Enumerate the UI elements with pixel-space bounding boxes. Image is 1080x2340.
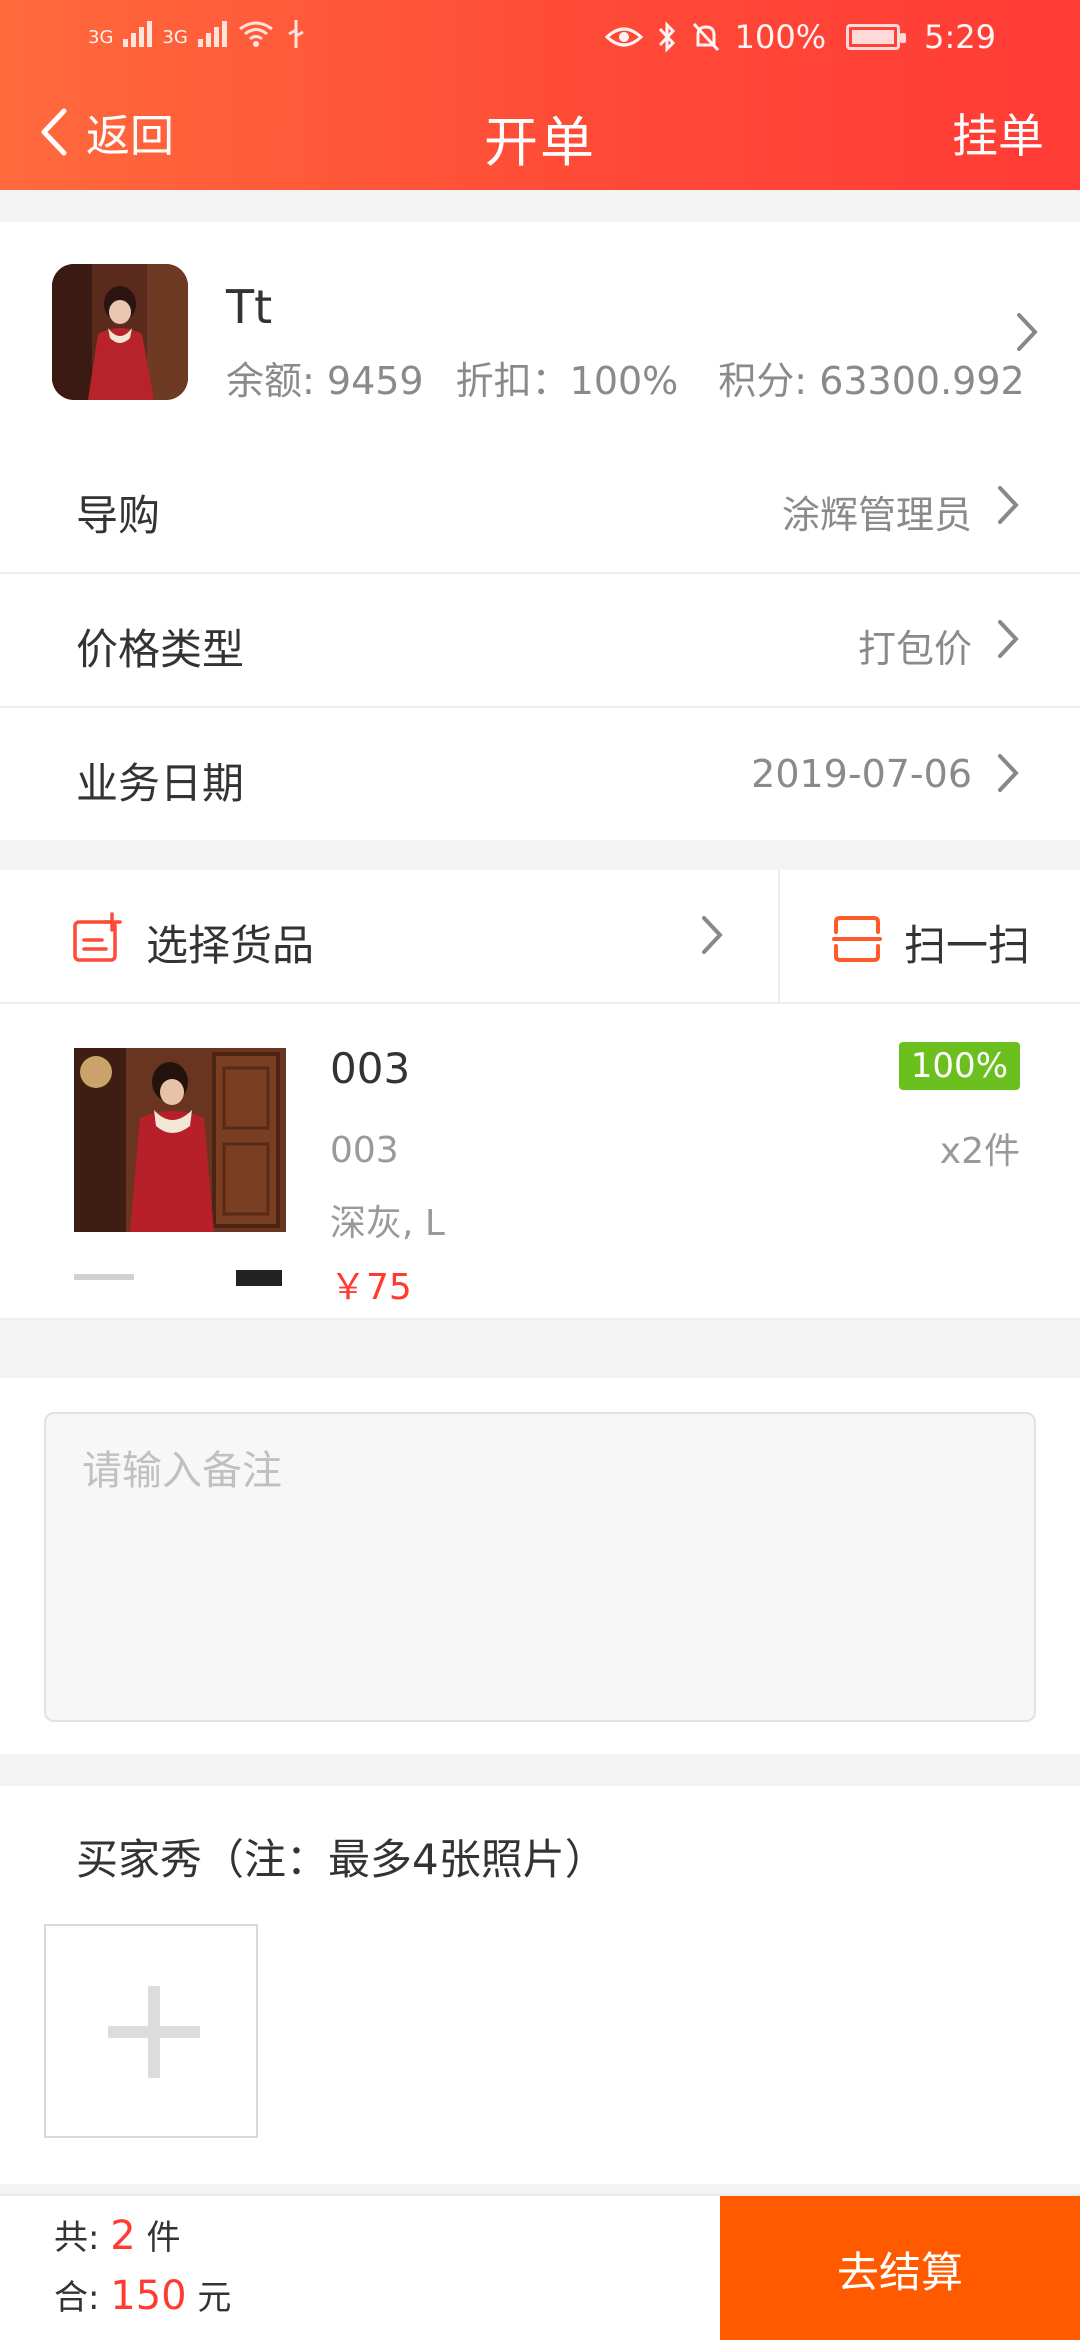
discount: 折扣：100% [455,359,679,403]
product-header: 选择货品 扫一扫 [0,870,1080,1002]
row-business-date[interactable]: 业务日期 2019-07-06 [0,708,1080,840]
product-name: 003 [330,1044,411,1093]
add-goods-icon [73,912,122,962]
bluetooth-icon [658,21,675,53]
customer-name: Tt [226,280,273,334]
add-photo-button[interactable] [44,1924,258,2138]
chevron-right-icon [998,486,1019,524]
row-sales-guide[interactable]: 导购 涂辉管理员 [0,440,1080,572]
points: 积分: 63300.992 [718,359,1025,403]
checkout-button[interactable]: 去结算 [720,2196,1080,2340]
row-value: 涂辉管理员 [781,493,972,537]
hold-order-button[interactable]: 挂单 [952,100,1044,166]
chevron-right-icon [1017,313,1038,351]
scan-label: 扫一扫 [904,921,1031,970]
item-count: 共: 2 件 [54,2213,181,2259]
scan-icon [832,916,882,962]
chevron-right-icon [998,754,1019,792]
balance: 余额: 9459 [226,359,424,403]
chevron-right-icon [998,620,1019,658]
chevron-right-icon [702,916,723,954]
row-value: 打包价 [857,627,972,671]
network-type-1: 3G [88,27,114,48]
customer-meta: 余额: 9459 折扣：100% 积分: 63300.992 [226,350,1025,405]
battery-percent: 100% [734,18,827,56]
bottom-bar: 共: 2 件 合: 150 元 去结算 [0,2194,1080,2340]
row-label: 业务日期 [76,759,245,808]
buyer-show-card: 买家秀（注：最多4张照片） [0,1786,1080,2184]
count-value: 2 [110,2213,136,2259]
row-label: 价格类型 [76,625,245,674]
total-amount: 合: 150 元 [54,2273,232,2319]
signal-bars-icon [197,21,227,47]
signal-2: 3G [162,21,227,48]
remark-input[interactable] [44,1412,1036,1722]
customer-card[interactable]: Tt 余额: 9459 折扣：100% 积分: 63300.992 [0,222,1080,440]
plus-icon [148,1986,160,2078]
status-bar: 3G 3G 100% 5:29 [0,0,1080,80]
divider [0,1318,1080,1320]
product-spec: 深灰, L [330,1203,445,1244]
row-price-type[interactable]: 价格类型 打包价 [0,574,1080,706]
product-item[interactable]: 003 003 深灰, L ￥75 100% x2件 [0,1004,1080,1318]
status-time: 5:29 [924,18,996,56]
signal-1: 3G [88,21,153,48]
battery-icon [846,24,907,50]
status-right: 100% 5:29 [604,18,996,56]
row-label: 导购 [76,491,161,540]
network-type-2: 3G [162,27,188,48]
remark-card [0,1378,1080,1754]
page-title: 开单 [484,111,596,174]
scan-button[interactable]: 扫一扫 [780,870,1080,1002]
avatar [52,264,188,400]
nav-bar: 返回 开单 挂单 [0,80,1080,190]
usb-icon [288,20,304,48]
discount-badge: 100% [898,1042,1020,1090]
bell-off-icon [692,22,719,52]
product-price: ￥75 [330,1267,412,1308]
select-goods-label: 选择货品 [146,921,315,970]
buyer-show-title: 买家秀（注：最多4张照片） [76,1835,607,1884]
select-goods-button[interactable]: 选择货品 [0,870,780,1002]
product-code: 003 [330,1130,399,1171]
product-quantity: x2件 [939,1131,1020,1172]
row-value: 2019-07-06 [751,752,972,796]
signal-bars-icon [123,21,153,47]
status-left: 3G 3G [88,18,307,50]
header: 3G 3G 100% 5:29 返回 开单 挂单 [0,0,1080,190]
eye-icon [604,27,643,47]
total-value: 150 [110,2273,187,2319]
product-image [74,1048,286,1294]
wifi-icon [238,21,273,47]
